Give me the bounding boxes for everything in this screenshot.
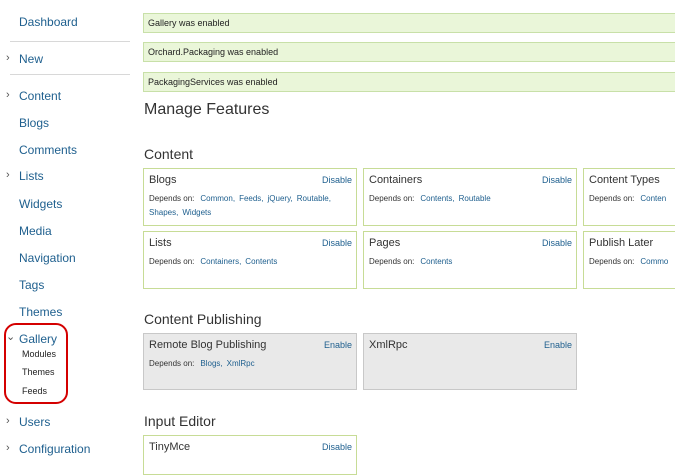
feature-card-remote-blog-publishing: Remote Blog Publishing Enable Depends on… — [143, 333, 357, 390]
nav-blogs[interactable]: Blogs — [19, 116, 49, 130]
message-packagingservices-enabled: PackagingServices was enabled — [143, 72, 675, 92]
depends-label: Depends on: — [149, 257, 195, 266]
dependency-link[interactable]: Widgets — [182, 208, 211, 217]
dependency-link[interactable]: Blogs, — [200, 359, 222, 368]
feature-dependencies: Depends on: Contents — [369, 255, 571, 269]
feature-name: Remote Blog Publishing — [149, 339, 267, 351]
nav-new[interactable]: New — [19, 52, 43, 66]
feature-name: Content Types — [589, 174, 660, 186]
dependency-link[interactable]: XmlRpc — [227, 359, 255, 368]
dependency-link[interactable]: jQuery, — [268, 194, 293, 203]
feature-card-content-types: Content Types Depends on: Conten — [583, 168, 675, 226]
disable-link[interactable]: Disable — [322, 238, 352, 248]
depends-label: Depends on: — [149, 194, 195, 203]
feature-card-blogs: Blogs Disable Depends on: Common, Feeds, jQ… — [143, 168, 357, 226]
dependency-link[interactable]: Commo — [640, 257, 668, 266]
dependency-link[interactable]: Shapes, — [149, 208, 178, 217]
dependency-link[interactable]: Contents, — [420, 194, 454, 203]
enable-link[interactable]: Enable — [544, 340, 572, 350]
feature-name: Lists — [149, 237, 172, 249]
disable-link[interactable]: Disable — [322, 442, 352, 452]
section-title-content-publishing: Content Publishing — [144, 311, 262, 327]
chevron-down-icon: ⌄ — [6, 331, 16, 343]
dependency-link[interactable]: Contents — [420, 257, 452, 266]
section-title-content: Content — [144, 146, 194, 162]
disable-link[interactable]: Disable — [542, 238, 572, 248]
disable-link[interactable]: Disable — [542, 175, 572, 185]
feature-name: Pages — [369, 237, 401, 249]
nav-widgets[interactable]: Widgets — [19, 197, 62, 211]
feature-name: Containers — [369, 174, 423, 186]
nav-navigation[interactable]: Navigation — [19, 251, 76, 265]
nav-gallery[interactable]: Gallery — [19, 332, 57, 346]
dependency-link[interactable]: Containers, — [200, 257, 241, 266]
feature-card-xmlrpc: XmlRpc Enable — [363, 333, 577, 390]
nav-media[interactable]: Media — [19, 224, 52, 238]
nav-users[interactable]: Users — [19, 415, 50, 429]
nav-gallery-feeds[interactable]: Feeds — [22, 386, 47, 396]
enable-link[interactable]: Enable — [324, 340, 352, 350]
nav-comments[interactable]: Comments — [19, 143, 77, 157]
dependency-link[interactable]: Feeds, — [239, 194, 263, 203]
nav-themes[interactable]: Themes — [19, 305, 62, 319]
chevron-right-icon: › — [6, 442, 10, 454]
nav-configuration[interactable]: Configuration — [19, 442, 90, 456]
depends-label: Depends on: — [149, 359, 195, 368]
feature-name: Publish Later — [589, 237, 654, 249]
dependency-link[interactable]: Contents — [245, 257, 277, 266]
nav-dashboard[interactable]: Dashboard — [19, 15, 78, 29]
feature-dependencies: Depends on: Common, Feeds, jQuery, Routable,… — [149, 192, 351, 220]
dependency-link[interactable]: Routable — [459, 194, 491, 203]
feature-dependencies: Depends on: Conten — [589, 192, 670, 206]
sidebar-divider — [10, 74, 130, 75]
feature-dependencies: Depends on: Commo — [589, 255, 670, 269]
depends-label: Depends on: — [369, 257, 415, 266]
dependency-link[interactable]: Common, — [200, 194, 235, 203]
chevron-right-icon: › — [6, 52, 10, 64]
feature-name: TinyMce — [149, 441, 191, 453]
section-title-input-editor: Input Editor — [144, 413, 216, 429]
feature-dependencies: Depends on: Contents, Routable — [369, 192, 571, 206]
feature-name: XmlRpc — [369, 339, 408, 351]
dependency-link[interactable]: Conten — [640, 194, 666, 203]
feature-card-tinymce: TinyMce Disable — [143, 435, 357, 475]
feature-card-lists: Lists Disable Depends on: Containers, Cont… — [143, 231, 357, 289]
message-packaging-enabled: Orchard.Packaging was enabled — [143, 42, 675, 62]
page-title: Manage Features — [144, 101, 270, 118]
nav-gallery-modules[interactable]: Modules — [22, 349, 56, 359]
admin-sidebar: Dashboard › New › Content Blogs Comments… — [0, 0, 132, 471]
depends-label: Depends on: — [589, 257, 635, 266]
nav-content[interactable]: Content — [19, 89, 61, 103]
dependency-link[interactable]: Routable, — [297, 194, 331, 203]
nav-tags[interactable]: Tags — [19, 278, 44, 292]
feature-card-pages: Pages Disable Depends on: Contents — [363, 231, 577, 289]
feature-card-publish-later: Publish Later Depends on: Commo — [583, 231, 675, 289]
nav-gallery-themes[interactable]: Themes — [22, 367, 55, 377]
sidebar-divider — [10, 41, 130, 42]
depends-label: Depends on: — [589, 194, 635, 203]
feature-name: Blogs — [149, 174, 177, 186]
feature-dependencies: Depends on: Blogs, XmlRpc — [149, 357, 351, 371]
depends-label: Depends on: — [369, 194, 415, 203]
chevron-right-icon: › — [6, 415, 10, 427]
message-gallery-enabled: Gallery was enabled — [143, 13, 675, 33]
feature-dependencies: Depends on: Containers, Contents — [149, 255, 351, 269]
nav-lists[interactable]: Lists — [19, 169, 44, 183]
feature-card-containers: Containers Disable Depends on: Contents, R… — [363, 168, 577, 226]
chevron-right-icon: › — [6, 89, 10, 101]
chevron-right-icon: › — [6, 169, 10, 181]
disable-link[interactable]: Disable — [322, 175, 352, 185]
